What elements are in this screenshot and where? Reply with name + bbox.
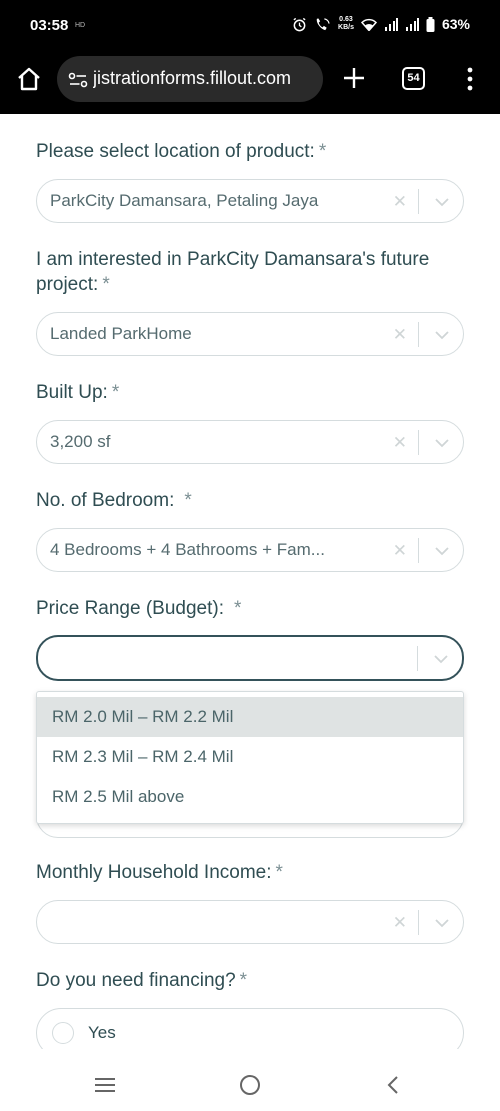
chevron-down-icon[interactable]: [433, 542, 451, 560]
location-select[interactable]: ParkCity Damansara, Petaling Jaya ✕: [36, 179, 464, 223]
radio-button[interactable]: [52, 1022, 74, 1044]
chevron-down-icon[interactable]: [432, 650, 450, 668]
recent-apps-icon[interactable]: [94, 1077, 116, 1093]
network-speed: 0.63 KB/s: [338, 16, 354, 31]
home-button-icon[interactable]: [239, 1074, 261, 1096]
built-up-select[interactable]: 3,200 sf ✕: [36, 420, 464, 464]
divider: [417, 646, 418, 671]
dropdown-option[interactable]: RM 2.5 Mil above: [37, 777, 463, 817]
signal-icon: [384, 17, 398, 31]
price-range-question: Price Range (Budget): *: [36, 598, 242, 619]
built-up-question: Built Up: *: [36, 382, 120, 403]
wifi-call-icon: [316, 17, 330, 30]
close-icon[interactable]: ✕: [393, 325, 407, 345]
status-time: 03:58: [30, 17, 69, 34]
battery-percent: 63%: [441, 16, 470, 32]
browser-toolbar: jistrationforms.fillout.com 54: [0, 52, 500, 114]
bedroom-question: No. of Bedroom: *: [36, 490, 192, 511]
close-icon[interactable]: ✕: [393, 192, 407, 212]
location-value: ParkCity Damansara, Petaling Jaya: [50, 191, 319, 210]
battery-icon: [426, 16, 435, 32]
location-question: Please select location of product: *: [36, 141, 327, 162]
divider: [418, 189, 419, 214]
income-question: Monthly Household Income: *: [36, 862, 283, 883]
price-range-select[interactable]: [36, 635, 464, 681]
divider: [418, 322, 419, 347]
system-nav-bar: [0, 1049, 500, 1111]
radio-label: Yes: [88, 1023, 116, 1042]
status-bar: 03:58 HD 0.63 KB/s 63%: [0, 0, 500, 52]
plus-icon[interactable]: [341, 65, 367, 91]
divider: [418, 430, 419, 455]
interest-question: I am interested in ParkCity Damansara's …: [36, 249, 430, 295]
interest-select[interactable]: Landed ParkHome ✕: [36, 312, 464, 356]
registration-form: Please select location of product: * Park…: [0, 114, 500, 1049]
chevron-down-icon[interactable]: [433, 914, 451, 932]
address-bar[interactable]: jistrationforms.fillout.com: [57, 56, 323, 102]
close-icon[interactable]: ✕: [393, 913, 407, 933]
income-select[interactable]: ✕: [36, 900, 464, 944]
site-settings-icon[interactable]: [67, 69, 89, 91]
chevron-down-icon[interactable]: [433, 193, 451, 211]
alarm-icon: [293, 17, 306, 31]
wifi-icon: [360, 18, 377, 31]
url-text[interactable]: jistrationforms.fillout.com: [93, 68, 317, 89]
home-icon[interactable]: [16, 66, 42, 92]
price-range-dropdown: RM 2.0 Mil – RM 2.2 Mil RM 2.3 Mil – RM …: [36, 691, 464, 824]
chevron-down-icon[interactable]: [433, 434, 451, 452]
dropdown-option[interactable]: RM 2.0 Mil – RM 2.2 Mil: [37, 697, 463, 737]
back-icon[interactable]: [385, 1075, 401, 1095]
chevron-down-icon[interactable]: [433, 326, 451, 344]
divider: [418, 538, 419, 563]
bedroom-select[interactable]: 4 Bedrooms + 4 Bathrooms + Fam... ✕: [36, 528, 464, 572]
financing-yes-option[interactable]: Yes: [36, 1008, 464, 1049]
more-vert-icon[interactable]: [462, 66, 478, 92]
close-icon[interactable]: ✕: [393, 541, 407, 561]
tab-switcher-button[interactable]: 54: [402, 67, 425, 90]
signal-icon-2: [405, 17, 419, 31]
status-icons: 0.63 KB/s 63%: [292, 16, 470, 32]
dropdown-option[interactable]: RM 2.3 Mil – RM 2.4 Mil: [37, 737, 463, 777]
hd-badge: HD: [75, 22, 86, 29]
built-up-value: 3,200 sf: [50, 432, 111, 451]
divider: [418, 910, 419, 935]
financing-question: Do you need financing? *: [36, 970, 248, 991]
interest-value: Landed ParkHome: [50, 324, 192, 343]
close-icon[interactable]: ✕: [393, 433, 407, 453]
bedroom-value: 4 Bedrooms + 4 Bathrooms + Fam...: [50, 540, 325, 559]
